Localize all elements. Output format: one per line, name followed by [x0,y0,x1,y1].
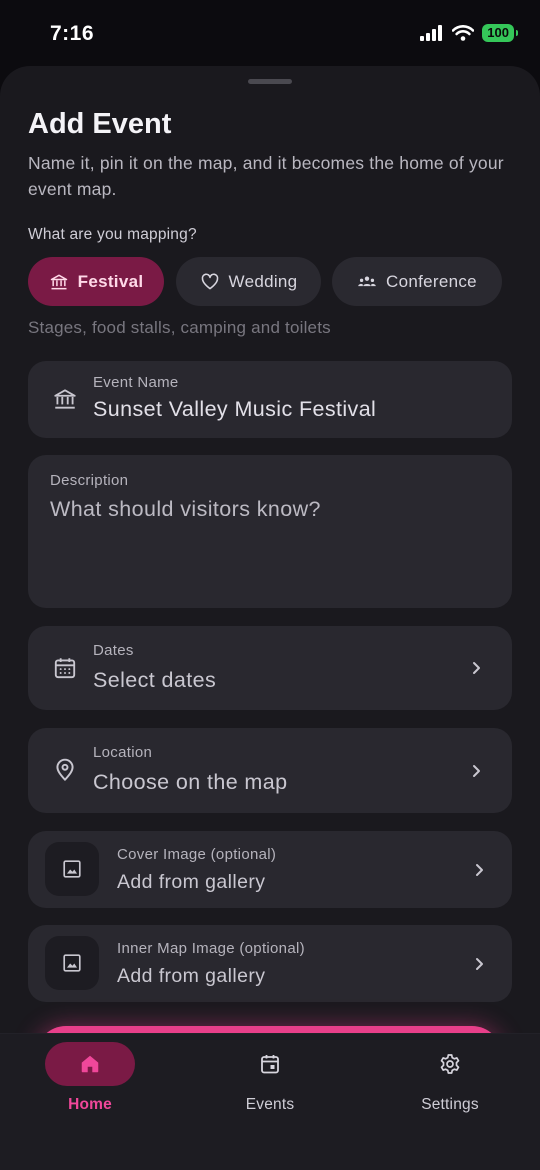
status-icons: 100 [420,24,518,42]
wifi-icon [452,25,475,41]
event-name-label: Event Name [93,374,179,391]
description-input[interactable]: What should visitors know? [50,497,321,522]
chip-wedding-label: Wedding [228,271,298,291]
location-pin-icon [56,758,74,781]
dates-field[interactable]: Dates Select dates [28,626,512,710]
heart-icon [201,273,218,289]
inner-map-image-value: Add from gallery [117,965,266,987]
inner-map-image-thumbnail [45,936,99,990]
nav-settings-pill [405,1042,495,1086]
location-value: Choose on the map [93,770,288,794]
description-label: Description [50,472,129,489]
add-event-sheet: Add Event Name it, pin it on the map, an… [0,66,540,1170]
chevron-right-icon [473,662,480,674]
event-name-value[interactable]: Sunset Valley Music Festival [93,397,376,422]
battery-indicator: 100 [482,24,518,42]
calendar-icon [54,658,76,679]
sheet-drag-handle[interactable] [248,79,292,84]
bank-icon [50,274,67,289]
location-label: Location [93,744,153,761]
bank-icon [54,389,76,409]
nav-item-home[interactable]: Home [20,1042,160,1114]
chip-wedding[interactable]: Wedding [176,257,321,306]
chip-festival[interactable]: Festival [28,257,164,306]
chip-conference[interactable]: Conference [332,257,502,306]
nav-home-pill [45,1042,135,1086]
dates-value: Select dates [93,668,217,692]
description-field[interactable]: Description What should visitors know? [28,455,512,608]
nav-item-settings[interactable]: Settings [380,1042,520,1114]
calendar-event-icon [261,1055,279,1074]
gear-icon [440,1054,460,1074]
nav-home-label: Home [68,1096,112,1113]
nav-settings-label: Settings [421,1096,479,1113]
people-icon [358,276,376,286]
bottom-nav: Home Events Settings [0,1033,540,1170]
chevron-right-icon [473,765,480,777]
category-label: What are you mapping? [28,226,197,243]
chevron-right-icon [476,958,483,970]
chevron-right-icon [476,864,483,876]
category-hint: Stages, food stalls, camping and toilets [28,318,331,337]
status-time: 7:16 [50,22,95,45]
status-bar: 7:16 100 [0,0,540,66]
dates-label: Dates [93,642,134,659]
cover-image-value: Add from gallery [117,871,266,893]
page-title: Add Event [28,108,172,140]
cover-image-field[interactable]: Cover Image (optional) Add from gallery [28,831,512,908]
nav-events-pill [225,1042,315,1086]
inner-map-image-label: Inner Map Image (optional) [117,940,305,957]
cover-image-thumbnail [45,842,99,896]
nav-events-label: Events [245,1096,295,1113]
location-field[interactable]: Location Choose on the map [28,728,512,813]
cover-image-label: Cover Image (optional) [117,846,277,863]
nav-item-events[interactable]: Events [200,1042,340,1114]
page-subtitle: Name it, pin it on the map, and it becom… [28,153,504,199]
chip-festival-label: Festival [77,271,144,291]
inner-map-image-field[interactable]: Inner Map Image (optional) Add from gall… [28,925,512,1002]
chip-conference-label: Conference [386,271,477,291]
image-icon [63,860,81,878]
image-icon [63,954,81,972]
signal-icon [420,25,443,41]
event-name-field[interactable]: Event Name Sunset Valley Music Festival [28,361,512,438]
home-icon [81,1055,99,1073]
